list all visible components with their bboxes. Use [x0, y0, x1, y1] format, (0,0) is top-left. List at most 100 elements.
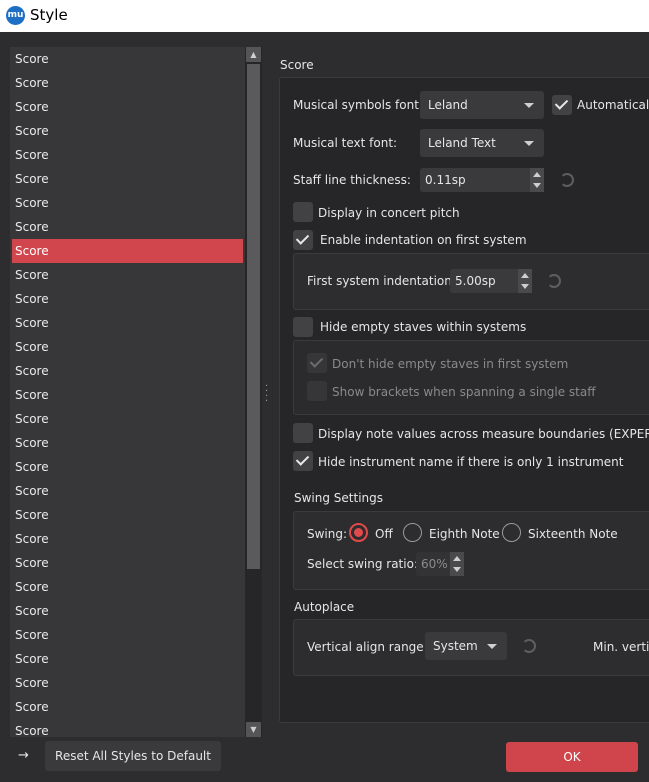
style-list-item[interactable]: Score: [10, 671, 245, 695]
style-list-item[interactable]: Score: [10, 47, 245, 71]
swing-eighth-note-radio[interactable]: [403, 523, 422, 542]
swing-ratio-value: 60%: [421, 557, 448, 571]
ok-button[interactable]: OK: [506, 742, 638, 772]
staff-line-thickness-label: Staff line thickness:: [293, 173, 411, 187]
style-list-item[interactable]: Score: [10, 719, 245, 737]
checkmark-icon: [295, 452, 310, 466]
note-values-checkbox[interactable]: [293, 423, 313, 443]
scroll-thumb[interactable]: [247, 64, 260, 569]
decrement-arrow-icon[interactable]: [533, 183, 541, 188]
checkmark-icon: [309, 354, 324, 368]
style-list-item[interactable]: Score: [10, 71, 245, 95]
dont-hide-first-system-checkbox[interactable]: [307, 353, 327, 373]
style-list-item[interactable]: Score: [10, 383, 245, 407]
automatically-label: Automatically: [577, 98, 649, 112]
swing-settings-group: [293, 511, 649, 590]
swing-off-label: Off: [375, 527, 393, 541]
swing-ratio-spinbox[interactable]: 60%: [416, 552, 464, 576]
scroll-up-arrow-icon[interactable]: ▲: [246, 47, 261, 62]
swing-eighth-note-label: Eighth Note: [429, 527, 500, 541]
vertical-align-range-label: Vertical align range:: [307, 640, 428, 654]
style-list-item[interactable]: Score: [10, 335, 245, 359]
style-list-item[interactable]: Score: [10, 215, 245, 239]
title-bar: mu Style: [0, 0, 649, 32]
hide-empty-staves-checkbox[interactable]: [293, 317, 313, 337]
staff-line-thickness-spinbox[interactable]: 0.11sp: [420, 168, 544, 192]
musescore-logo-icon: mu: [6, 6, 25, 25]
musical-text-font-value: Leland Text: [428, 136, 496, 150]
swing-off-radio[interactable]: [349, 523, 368, 542]
style-list-item[interactable]: Score: [10, 623, 245, 647]
reset-icon[interactable]: [522, 639, 536, 653]
vertical-align-range-value: System: [433, 639, 478, 653]
style-list-item[interactable]: Score: [10, 359, 245, 383]
reset-icon[interactable]: [547, 274, 561, 288]
reset-all-styles-button[interactable]: Reset All Styles to Default: [45, 741, 221, 771]
musical-text-font-dropdown[interactable]: Leland Text: [420, 129, 544, 157]
chevron-down-icon: [524, 141, 534, 146]
dont-hide-first-system-label: Don't hide empty staves in first system: [332, 357, 569, 371]
radio-dot-icon: [354, 528, 363, 537]
window-title: Style: [30, 6, 68, 24]
staff-line-thickness-value: 0.11sp: [425, 173, 466, 187]
automatically-checkbox[interactable]: [552, 95, 572, 115]
arrow-right-icon[interactable]: →: [18, 748, 29, 763]
concert-pitch-label: Display in concert pitch: [318, 206, 460, 220]
style-list-item[interactable]: Score: [10, 503, 245, 527]
style-list-item[interactable]: Score: [10, 479, 245, 503]
section-title-score: Score: [280, 58, 314, 72]
vertical-align-range-dropdown[interactable]: System: [425, 632, 507, 660]
spin-buttons[interactable]: [518, 269, 532, 293]
scroll-down-arrow-icon[interactable]: ▼: [246, 722, 261, 737]
style-list-item[interactable]: Score: [10, 407, 245, 431]
hide-empty-staves-label: Hide empty staves within systems: [320, 320, 527, 334]
spin-buttons[interactable]: [450, 552, 464, 576]
decrement-arrow-icon[interactable]: [453, 567, 461, 572]
style-list-item[interactable]: Score: [10, 95, 245, 119]
concert-pitch-checkbox[interactable]: [293, 202, 313, 222]
style-list-item[interactable]: Score: [10, 263, 245, 287]
list-scrollbar[interactable]: ▲ ▼: [245, 47, 262, 737]
chevron-down-icon: [487, 644, 497, 649]
musical-symbols-font-value: Leland: [428, 98, 468, 112]
swing-settings-title: Swing Settings: [294, 491, 384, 505]
musical-symbols-font-dropdown[interactable]: Leland: [420, 91, 544, 119]
style-list-item[interactable]: Score: [10, 167, 245, 191]
decrement-arrow-icon[interactable]: [521, 284, 529, 289]
reset-icon[interactable]: [560, 173, 574, 187]
increment-arrow-icon[interactable]: [533, 172, 541, 177]
first-system-indent-label: First system indentation:: [307, 274, 456, 288]
style-list-item[interactable]: Score: [10, 599, 245, 623]
style-list-item[interactable]: Score: [10, 551, 245, 575]
swing-sixteenth-note-radio[interactable]: [502, 523, 521, 542]
hide-instrument-name-label: Hide instrument name if there is only 1 …: [318, 455, 624, 469]
checkmark-icon: [554, 96, 569, 110]
style-list-item[interactable]: Score: [10, 527, 245, 551]
style-list-item[interactable]: Score: [10, 431, 245, 455]
style-list-item[interactable]: Score: [10, 647, 245, 671]
style-list-item[interactable]: Score: [10, 143, 245, 167]
style-list-item[interactable]: Score: [10, 287, 245, 311]
note-values-label: Display note values across measure bound…: [318, 427, 649, 441]
indentation-label: Enable indentation on first system: [320, 233, 527, 247]
first-system-indent-value: 5.00sp: [455, 274, 496, 288]
first-system-indent-spinbox[interactable]: 5.00sp: [450, 269, 532, 293]
style-list-item[interactable]: Score: [10, 575, 245, 599]
increment-arrow-icon[interactable]: [521, 273, 529, 278]
autoplace-title: Autoplace: [294, 600, 355, 614]
musical-text-font-label: Musical text font:: [293, 136, 398, 150]
increment-arrow-icon[interactable]: [453, 556, 461, 561]
spin-buttons[interactable]: [530, 168, 544, 192]
style-list-item[interactable]: Score: [10, 455, 245, 479]
checkmark-icon: [295, 231, 310, 245]
style-list-item[interactable]: Score: [10, 119, 245, 143]
show-brackets-checkbox[interactable]: [307, 381, 327, 401]
indentation-checkbox[interactable]: [293, 230, 313, 250]
style-list-item[interactable]: Score: [12, 239, 243, 263]
style-list-item[interactable]: Score: [10, 695, 245, 719]
splitter-handle[interactable]: · · · ·: [265, 382, 268, 407]
min-vertical-label: Min. vertic: [593, 640, 649, 654]
hide-instrument-name-checkbox[interactable]: [293, 451, 313, 471]
style-list-item[interactable]: Score: [10, 191, 245, 215]
style-list-item[interactable]: Score: [10, 311, 245, 335]
